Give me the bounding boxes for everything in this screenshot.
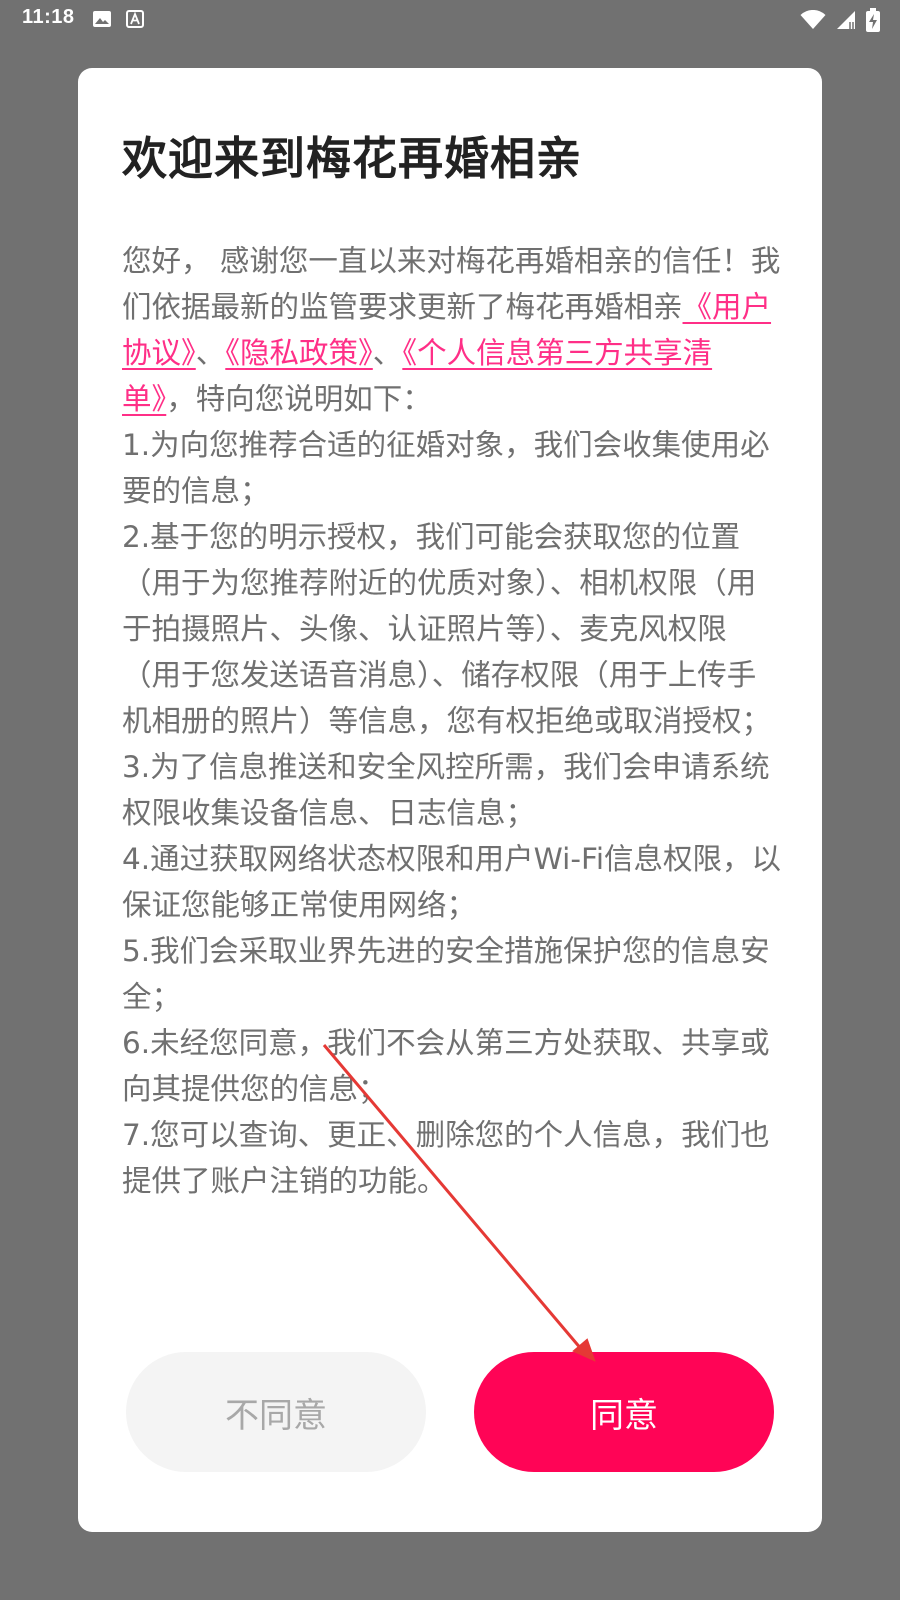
terms-item-7: 7.您可以查询、更正、删除您的个人信息，我们也提供了账户注销的功能。 (122, 1118, 770, 1198)
intro-separator: 、 (195, 336, 226, 370)
status-time: 11:18 (22, 6, 75, 28)
wifi-icon (800, 9, 826, 34)
image-icon (92, 10, 112, 32)
dialog-title: 欢迎来到梅花再婚相亲 (122, 132, 583, 185)
terms-item-1: 1.为向您推荐合适的征婚对象，我们会收集使用必要的信息； (122, 428, 770, 508)
status-system-icons (800, 8, 880, 36)
intro-suffix: ，特向您说明如下： (166, 382, 432, 416)
status-notification-icons (92, 10, 144, 32)
terms-item-4: 4.通过获取网络状态权限和用户Wi-Fi信息权限，以保证您能够正常使用网络； (122, 842, 782, 922)
terms-item-2: 2.基于您的明示授权，我们可能会获取您的位置（用于为您推荐附近的优质对象）、相机… (122, 520, 772, 738)
privacy-policy-link[interactable]: 《隐私政策》 (225, 336, 373, 370)
status-bar: 11:18 (0, 0, 900, 40)
font-icon (126, 10, 144, 32)
privacy-dialog: 欢迎来到梅花再婚相亲 您好， 感谢您一直以来对梅花再婚相亲的信任！我们依据最新的… (78, 68, 822, 1532)
cellular-signal-icon (836, 10, 856, 34)
terms-item-5: 5.我们会采取业界先进的安全措施保护您的信息安全； (122, 934, 770, 1014)
terms-item-3: 3.为了信息推送和安全风控所需，我们会申请系统权限收集设备信息、日志信息； (122, 750, 770, 830)
intro-paragraph: 您好， 感谢您一直以来对梅花再婚相亲的信任！我们依据最新的监管要求更新了梅花再婚… (122, 238, 782, 422)
disagree-button[interactable]: 不同意 (126, 1352, 426, 1472)
dialog-body: 您好， 感谢您一直以来对梅花再婚相亲的信任！我们依据最新的监管要求更新了梅花再婚… (122, 238, 782, 1204)
agree-button[interactable]: 同意 (474, 1352, 774, 1472)
battery-charging-icon (866, 8, 880, 36)
terms-item-6: 6.未经您同意，我们不会从第三方处获取、共享或向其提供您的信息； (122, 1026, 770, 1106)
intro-separator: 、 (372, 336, 403, 370)
